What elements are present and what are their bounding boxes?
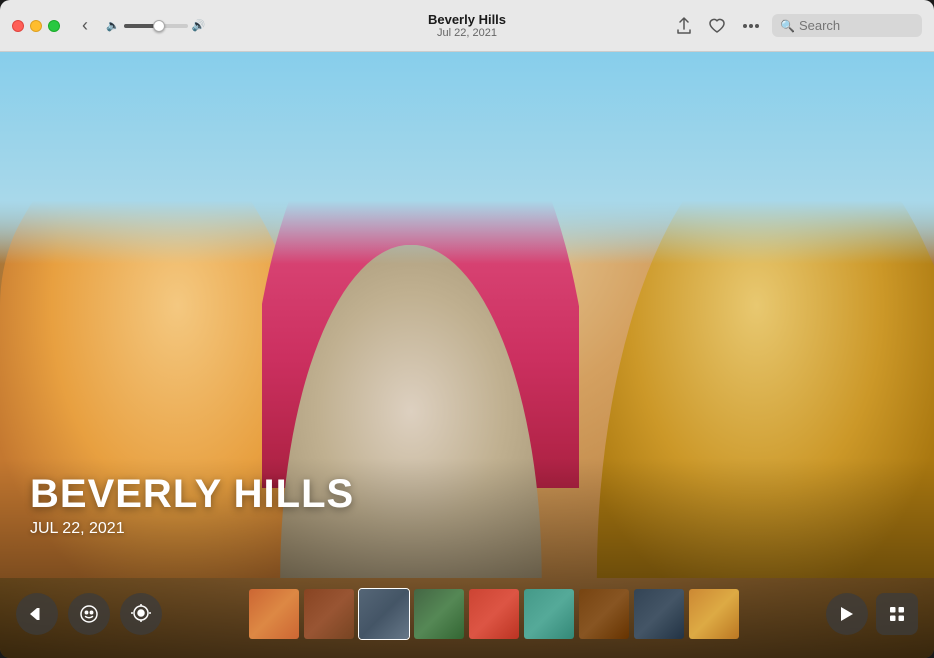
thumb-7 <box>579 589 629 639</box>
filmstrip-item-5[interactable] <box>468 588 520 640</box>
controls-bar <box>0 570 934 658</box>
skip-back-icon <box>28 605 46 623</box>
filmstrip-item-6[interactable] <box>523 588 575 640</box>
grid-icon <box>889 606 905 622</box>
thumb-5 <box>469 589 519 639</box>
filmstrip-item-8[interactable] <box>633 588 685 640</box>
play-button[interactable] <box>826 593 868 635</box>
filmstrip <box>172 584 816 644</box>
location-button[interactable] <box>120 593 162 635</box>
window-title: Beverly Hills <box>428 12 506 27</box>
filmstrip-item-3[interactable] <box>358 588 410 640</box>
filmstrip-item-7[interactable] <box>578 588 630 640</box>
thumb-9 <box>689 589 739 639</box>
skip-back-button[interactable] <box>16 593 58 635</box>
thumb-3 <box>359 589 409 639</box>
filmstrip-item-2[interactable] <box>303 588 355 640</box>
sky-overlay <box>0 52 934 264</box>
titlebar-left: ‹ 🔈 🔊 <box>12 13 672 38</box>
search-field[interactable]: 🔍 <box>772 14 922 37</box>
thumb-6 <box>524 589 574 639</box>
favorite-button[interactable] <box>704 14 730 38</box>
volume-low-icon: 🔈 <box>106 19 120 32</box>
titlebar: ‹ 🔈 🔊 Beverly Hills Jul 22, 2021 <box>0 0 934 52</box>
thumb-1 <box>249 589 299 639</box>
right-controls <box>826 593 918 635</box>
photo-title-overlay: BEVERLY HILLS JUL 22, 2021 <box>30 472 354 538</box>
faces-icon <box>79 604 99 624</box>
photo-title: BEVERLY HILLS <box>30 472 354 516</box>
search-input[interactable] <box>799 18 909 33</box>
filmstrip-item-4[interactable] <box>413 588 465 640</box>
minimize-button[interactable] <box>30 20 42 32</box>
titlebar-center: Beverly Hills Jul 22, 2021 <box>428 12 506 39</box>
window-subtitle: Jul 22, 2021 <box>428 27 506 39</box>
thumb-8 <box>634 589 684 639</box>
search-icon: 🔍 <box>780 19 795 33</box>
traffic-lights <box>12 20 60 32</box>
photo-date: JUL 22, 2021 <box>30 520 354 538</box>
more-icon <box>742 23 760 29</box>
filmstrip-item-9[interactable] <box>688 588 740 640</box>
play-icon <box>840 606 854 622</box>
volume-control: 🔈 🔊 <box>106 19 205 32</box>
volume-slider[interactable] <box>124 24 188 28</box>
favorite-icon <box>708 18 726 34</box>
more-button[interactable] <box>738 19 764 33</box>
titlebar-right: 🔍 <box>672 13 922 39</box>
volume-slider-thumb[interactable] <box>153 20 165 32</box>
faces-button[interactable] <box>68 593 110 635</box>
thumb-4 <box>414 589 464 639</box>
maximize-button[interactable] <box>48 20 60 32</box>
photo-area: BEVERLY HILLS JUL 22, 2021 <box>0 52 934 658</box>
filmstrip-item-1[interactable] <box>248 588 300 640</box>
back-button[interactable]: ‹ <box>78 13 92 38</box>
app-window: ‹ 🔈 🔊 Beverly Hills Jul 22, 2021 <box>0 0 934 658</box>
location-icon <box>131 604 151 624</box>
thumb-2 <box>304 589 354 639</box>
volume-high-icon: 🔊 <box>192 19 206 32</box>
grid-button[interactable] <box>876 593 918 635</box>
close-button[interactable] <box>12 20 24 32</box>
share-button[interactable] <box>672 13 696 39</box>
share-icon <box>676 17 692 35</box>
